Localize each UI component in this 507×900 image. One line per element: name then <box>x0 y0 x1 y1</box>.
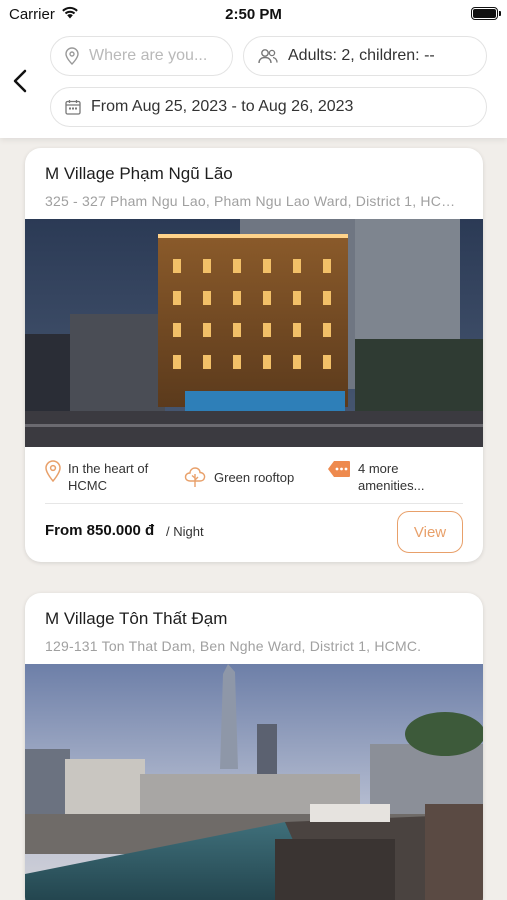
guests-selector[interactable]: Adults: 2, children: -- <box>243 36 487 76</box>
chevron-left-icon <box>13 69 27 93</box>
amenity-label: In the heart of HCMC <box>68 461 149 493</box>
location-placeholder: Where are you... <box>89 47 208 64</box>
back-button[interactable] <box>6 64 34 98</box>
battery-icon <box>471 7 501 20</box>
divider <box>45 503 463 504</box>
amenity-location: In the heart of HCMC <box>45 460 175 494</box>
location-pin-icon <box>45 460 61 482</box>
amenity-label: 4 more amenities... <box>358 461 425 493</box>
hotel-name: M Village Phạm Ngũ Lão <box>45 164 233 183</box>
amenity-rooftop: Green rooftop <box>183 466 323 488</box>
users-icon <box>258 48 278 64</box>
hotel-name: M Village Tôn Thất Đạm <box>45 609 228 628</box>
amenity-more[interactable]: 4 more amenities... <box>327 460 467 494</box>
more-tag-icon <box>327 460 351 478</box>
hotel-card[interactable]: M Village Tôn Thất Đạm 129-131 Ton That … <box>25 593 483 900</box>
hotel-photo[interactable] <box>25 219 483 447</box>
date-range-label: From Aug 25, 2023 - to Aug 26, 2023 <box>91 98 354 115</box>
amenity-label: Green rooftop <box>214 469 295 485</box>
location-pin-icon <box>65 47 79 65</box>
price-unit: / Night <box>166 524 204 539</box>
hotel-photo[interactable] <box>25 664 483 900</box>
guests-label: Adults: 2, children: -- <box>288 47 435 64</box>
status-bar: Carrier 2:50 PM <box>0 0 507 28</box>
date-range-selector[interactable]: From Aug 25, 2023 - to Aug 26, 2023 <box>50 87 487 127</box>
price-label: From 850.000 đ <box>45 522 155 539</box>
view-button[interactable]: View <box>397 511 463 553</box>
status-time: 2:50 PM <box>225 6 282 23</box>
hotel-address: 129-131 Ton That Dam, Ben Nghe Ward, Dis… <box>45 638 422 654</box>
hotel-address: 325 - 327 Pham Ngu Lao, Pham Ngu Lao War… <box>45 193 465 209</box>
tree-icon <box>183 466 207 488</box>
search-header: Carrier 2:50 PM Where are you... Adults:… <box>0 0 507 138</box>
location-search-input[interactable]: Where are you... <box>50 36 233 76</box>
hotel-card[interactable]: M Village Phạm Ngũ Lão 325 - 327 Pham Ng… <box>25 148 483 562</box>
calendar-icon <box>65 99 81 115</box>
